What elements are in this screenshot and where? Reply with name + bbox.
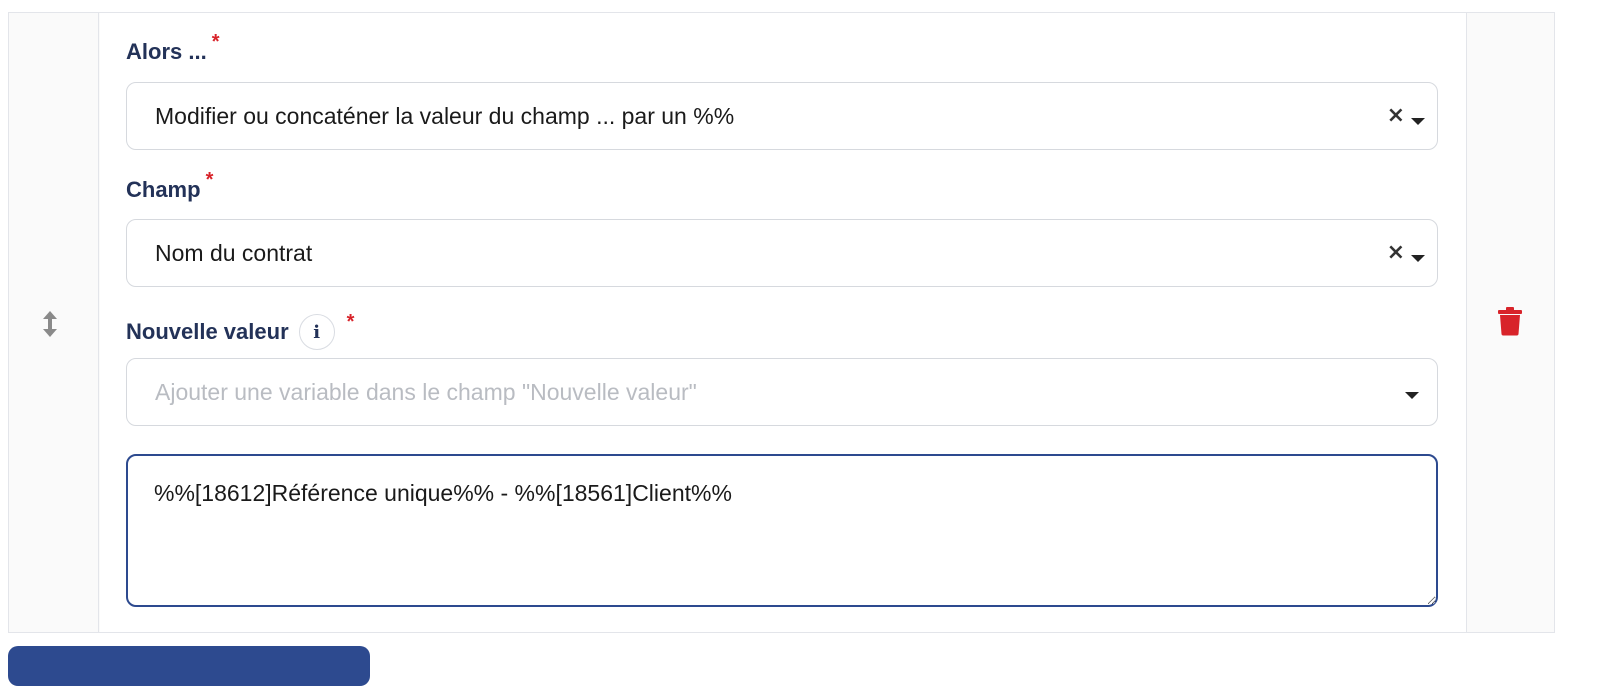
chevron-down-icon[interactable] xyxy=(1411,254,1425,262)
drag-vertical-arrows-icon xyxy=(43,311,57,337)
field-value: Nom du contrat xyxy=(155,239,313,266)
drag-column xyxy=(9,13,99,632)
select-controls: × xyxy=(1387,83,1425,149)
required-marker: * xyxy=(346,310,355,333)
drag-handle[interactable] xyxy=(41,309,59,339)
chevron-down-icon[interactable] xyxy=(1405,391,1419,399)
then-action-select[interactable]: Modifier ou concaténer la valeur du cham… xyxy=(126,82,1438,150)
add-action-button[interactable] xyxy=(8,646,370,686)
delete-rule-button[interactable] xyxy=(1497,306,1523,336)
then-label-row: Alors ... * xyxy=(126,31,219,65)
select-controls: × xyxy=(1387,220,1425,286)
chevron-down-icon[interactable] xyxy=(1411,117,1425,125)
then-action-value: Modifier ou concaténer la valeur du cham… xyxy=(155,102,735,129)
field-label-row: Champ * xyxy=(126,169,213,203)
field-select[interactable]: Nom du contrat × xyxy=(126,219,1438,287)
action-column xyxy=(1466,13,1554,632)
info-icon[interactable]: i xyxy=(298,314,335,350)
clear-icon[interactable]: × xyxy=(1387,105,1405,127)
trash-icon xyxy=(1498,307,1522,336)
new-value-label-row: Nouvelle valeur i * xyxy=(126,310,355,350)
then-label: Alors ... xyxy=(126,39,207,64)
select-controls xyxy=(1405,359,1425,425)
new-value-textarea[interactable]: %%[18612]Référence unique%% - %%[18561]C… xyxy=(126,454,1438,607)
action-rule-card: Alors ... * Modifier ou concaténer la va… xyxy=(8,12,1555,633)
rule-form: Alors ... * Modifier ou concaténer la va… xyxy=(100,13,1466,632)
field-label: Champ xyxy=(126,177,201,202)
clear-icon[interactable]: × xyxy=(1387,242,1405,264)
variable-select[interactable]: Ajouter une variable dans le champ "Nouv… xyxy=(126,358,1438,426)
required-marker: * xyxy=(205,168,214,191)
required-marker: * xyxy=(211,30,220,53)
variable-select-placeholder: Ajouter une variable dans le champ "Nouv… xyxy=(155,378,697,405)
new-value-label: Nouvelle valeur xyxy=(126,319,289,344)
